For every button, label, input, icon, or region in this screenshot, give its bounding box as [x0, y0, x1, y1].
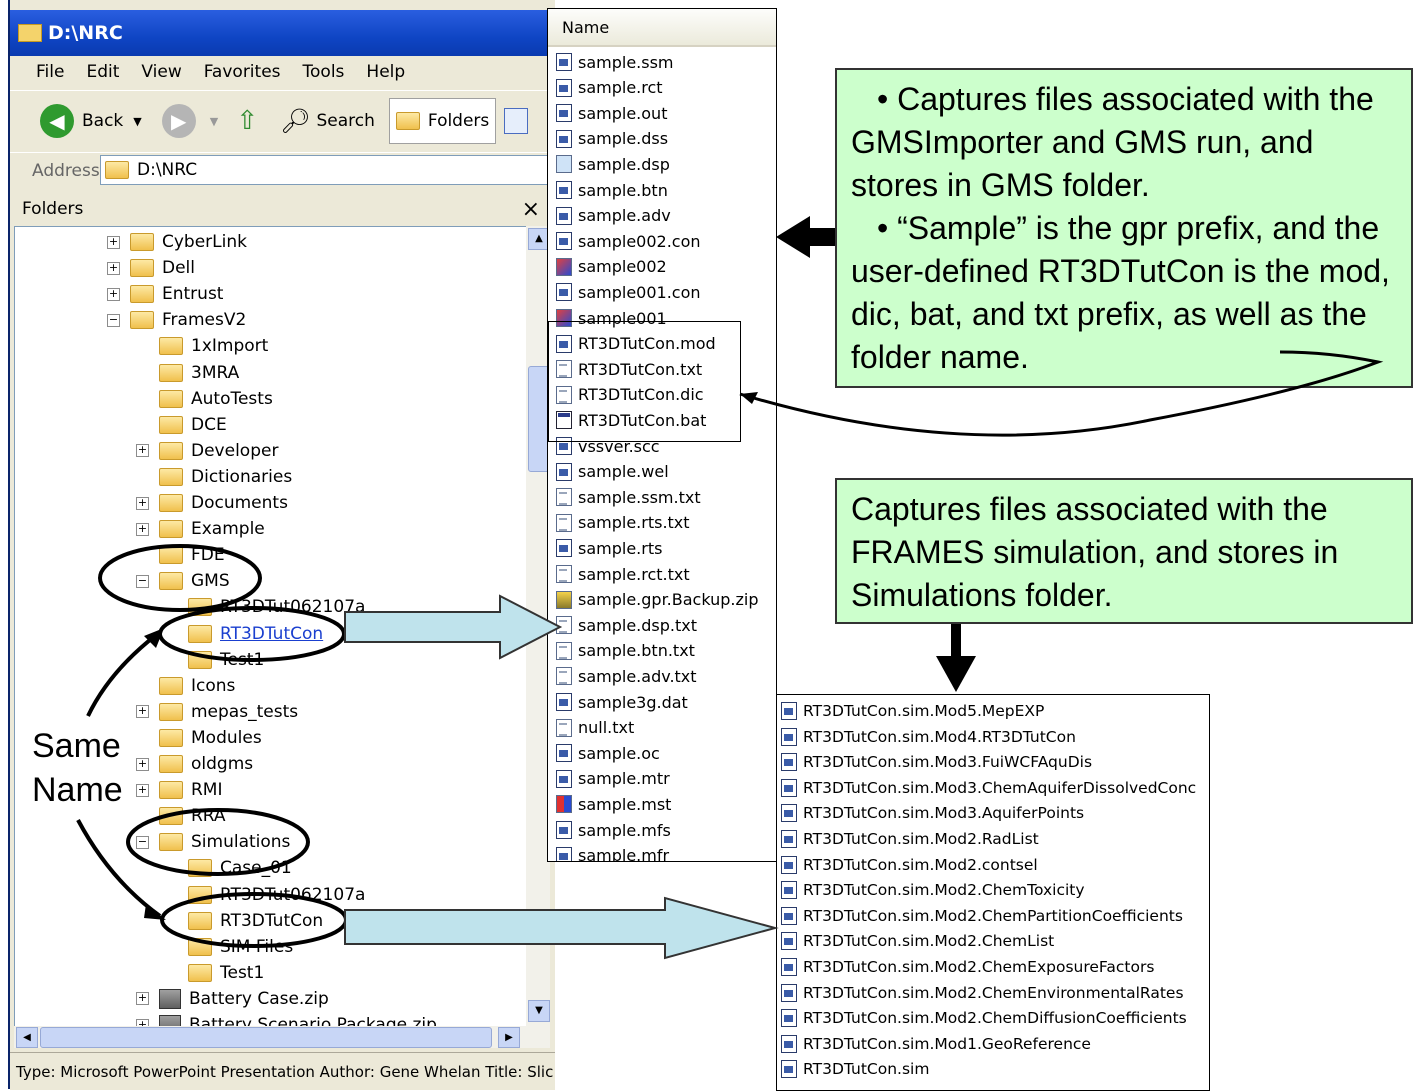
sim-rt3dtutcon-ellipse	[160, 892, 348, 948]
curve-to-rt3dtutcon-files	[739, 350, 1384, 437]
same-name-down-arrow	[76, 819, 162, 918]
annotation-overlay	[76, 216, 1384, 960]
gms-ellipse	[98, 544, 262, 612]
gms-to-filelist-arrow	[344, 594, 563, 660]
simulations-ellipse	[126, 808, 310, 876]
callout-left-arrow	[776, 216, 835, 258]
same-name-up-arrow	[86, 630, 162, 717]
sim-to-simlist-arrow	[344, 896, 779, 960]
same-name-down-arrow-head	[144, 904, 166, 920]
gms-rt3dtutcon-ellipse	[158, 606, 346, 662]
down-arrow-stem	[951, 624, 961, 660]
down-arrow-head	[936, 656, 976, 692]
